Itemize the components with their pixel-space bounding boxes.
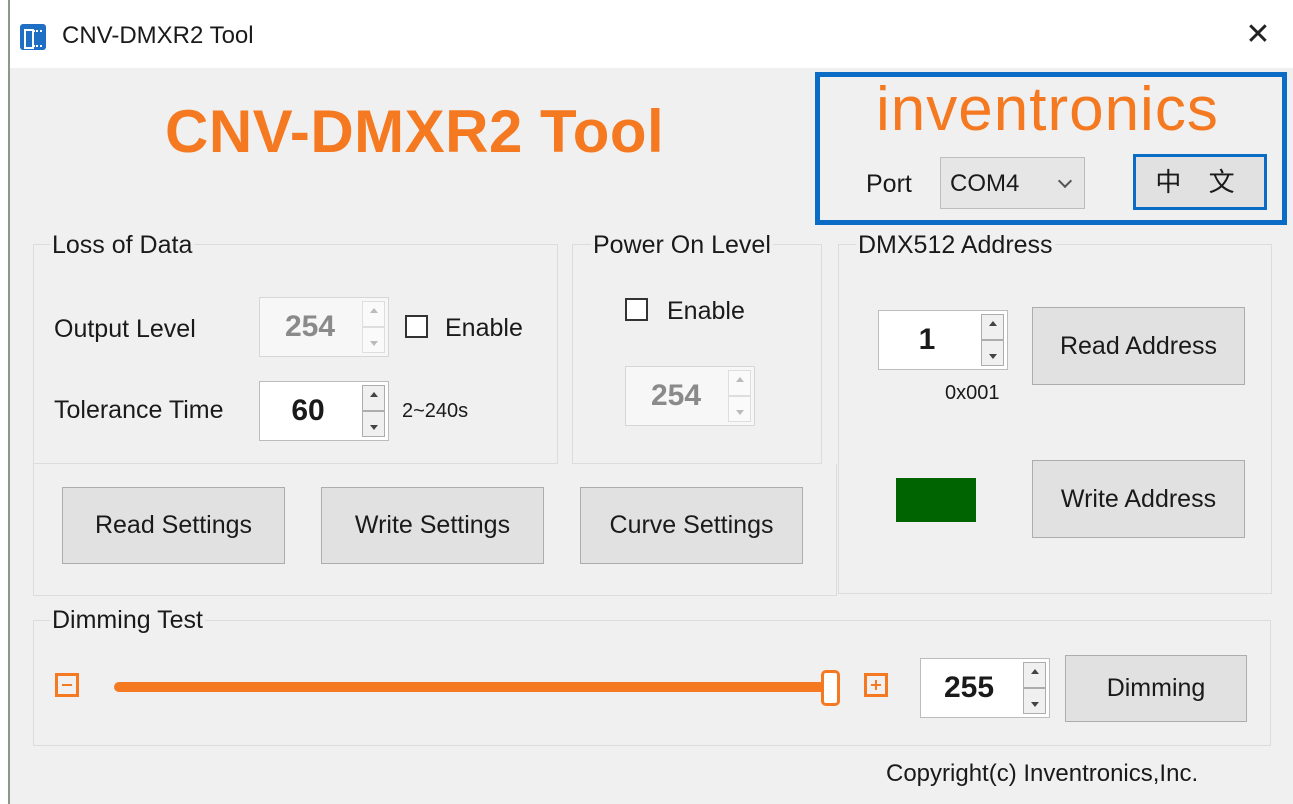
power-on-level-title: Power On Level — [591, 231, 773, 260]
read-address-button[interactable]: Read Address — [1032, 307, 1245, 385]
write-address-button[interactable]: Write Address — [1032, 460, 1245, 538]
tolerance-time-label: Tolerance Time — [54, 396, 224, 424]
decrement-button[interactable] — [981, 340, 1004, 366]
power-on-level-value: 254 — [650, 379, 702, 412]
dimming-value-stepper[interactable]: 255 — [920, 658, 1050, 718]
window-edge — [8, 0, 10, 804]
power-on-level-stepper[interactable]: 254 — [625, 366, 755, 426]
tolerance-time-stepper[interactable]: 60 — [259, 381, 389, 441]
increment-button[interactable] — [981, 314, 1004, 340]
power-on-enable-checkbox[interactable] — [625, 298, 648, 321]
increment-button[interactable] — [728, 370, 751, 396]
output-level-stepper[interactable]: 254 — [259, 297, 389, 357]
output-level-label: Output Level — [54, 315, 196, 343]
brand-logo: inventronics — [876, 75, 1219, 144]
app-heading: CNV-DMXR2 Tool — [165, 98, 665, 165]
tolerance-range-hint: 2~240s — [402, 400, 469, 422]
dmx-address-value: 1 — [918, 323, 936, 356]
dmx-address-stepper[interactable]: 1 — [878, 310, 1008, 370]
dmx-address-hex: 0x001 — [945, 382, 1000, 404]
loss-enable-label: Enable — [445, 314, 523, 342]
loss-of-data-title: Loss of Data — [50, 231, 195, 260]
increment-button[interactable] — [362, 301, 385, 327]
dimming-test-title: Dimming Test — [50, 606, 205, 635]
close-button[interactable]: ✕ — [1241, 18, 1275, 52]
increment-button[interactable] — [362, 385, 385, 411]
title-bar: CNV-DMXR2 Tool ✕ — [0, 0, 1293, 68]
curve-settings-button[interactable]: Curve Settings — [580, 487, 803, 564]
dmx-address-group — [838, 244, 1272, 594]
decrement-button[interactable] — [362, 327, 385, 353]
port-select[interactable]: COM4 — [940, 157, 1085, 209]
dmx-address-title: DMX512 Address — [856, 231, 1055, 260]
power-on-enable-label: Enable — [667, 297, 745, 325]
dimming-button[interactable]: Dimming — [1065, 655, 1247, 722]
power-on-level-group — [572, 244, 822, 464]
app-icon — [20, 24, 46, 50]
decrement-button[interactable] — [728, 396, 751, 422]
port-select-value: COM4 — [950, 170, 1020, 197]
read-settings-button[interactable]: Read Settings — [62, 487, 285, 564]
loss-enable-checkbox[interactable] — [405, 315, 428, 338]
slider-handle[interactable] — [821, 670, 840, 706]
status-indicator — [896, 478, 976, 522]
dimming-slider[interactable] — [114, 682, 830, 692]
copyright-text: Copyright(c) Inventronics,Inc. — [886, 760, 1199, 787]
port-label: Port — [866, 170, 912, 198]
minus-icon[interactable] — [55, 673, 79, 697]
decrement-button[interactable] — [1023, 688, 1046, 714]
increment-button[interactable] — [1023, 662, 1046, 688]
chevron-down-icon — [1057, 173, 1073, 189]
tolerance-time-value: 60 — [291, 394, 325, 427]
decrement-button[interactable] — [362, 411, 385, 437]
write-settings-button[interactable]: Write Settings — [321, 487, 544, 564]
dimming-value: 255 — [943, 671, 995, 704]
window-title: CNV-DMXR2 Tool — [62, 22, 254, 49]
output-level-value: 254 — [284, 310, 336, 343]
language-button[interactable]: 中 文 — [1133, 154, 1267, 210]
plus-icon[interactable] — [864, 673, 888, 697]
